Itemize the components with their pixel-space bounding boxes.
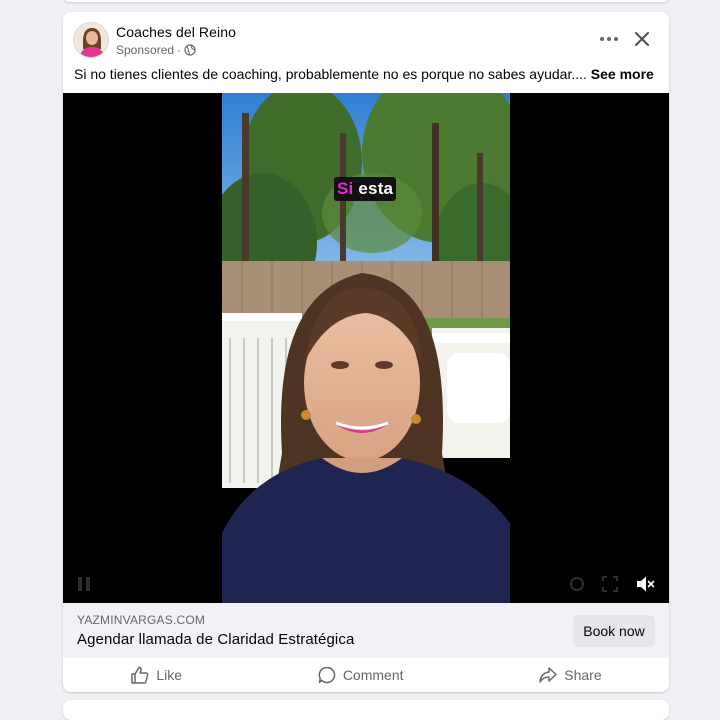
- mute-button[interactable]: [634, 573, 656, 595]
- more-options-button[interactable]: [595, 26, 623, 52]
- thumbs-up-icon: [131, 666, 149, 684]
- book-now-button[interactable]: Book now: [573, 615, 655, 647]
- volume-muted-icon: [637, 576, 655, 592]
- hide-post-button[interactable]: [629, 26, 655, 52]
- post-caption: Si no tienes clientes de coaching, proba…: [74, 66, 654, 82]
- post-actions: Like Comment Share: [63, 658, 669, 692]
- cta-domain[interactable]: YAZMINVARGAS.COM: [77, 613, 205, 627]
- video-subtitle: Si esta: [334, 177, 397, 201]
- globe-icon: [184, 44, 196, 56]
- pause-icon[interactable]: [75, 575, 93, 593]
- video-still: [222, 93, 510, 603]
- previous-post-card: [63, 0, 669, 2]
- page-avatar[interactable]: [73, 22, 109, 58]
- close-icon: [635, 32, 649, 46]
- subtitle-highlight: Si: [337, 179, 354, 198]
- share-label: Share: [564, 667, 602, 683]
- comment-button[interactable]: Comment: [307, 661, 414, 689]
- see-more-link[interactable]: See more: [591, 66, 654, 82]
- video-player[interactable]: Si esta: [63, 93, 669, 603]
- settings-icon[interactable]: [568, 575, 586, 593]
- call-to-action-bar[interactable]: YAZMINVARGAS.COM Agendar llamada de Clar…: [63, 603, 669, 658]
- video-frame[interactable]: Si esta: [222, 93, 510, 603]
- more-horizontal-icon: [600, 37, 618, 41]
- subtitle-text: esta: [353, 179, 394, 198]
- sponsored-label[interactable]: Sponsored: [116, 43, 174, 57]
- share-arrow-icon: [539, 667, 557, 683]
- sponsored-meta: Sponsored ·: [116, 43, 196, 57]
- like-button[interactable]: Like: [120, 661, 192, 689]
- post-header: Coaches del Reino Sponsored ·: [63, 12, 669, 66]
- page-name[interactable]: Coaches del Reino: [116, 24, 236, 40]
- comment-bubble-icon: [318, 666, 336, 684]
- comment-label: Comment: [342, 667, 404, 683]
- sponsored-post-card: Coaches del Reino Sponsored · Si no tien…: [63, 12, 669, 692]
- meta-separator: ·: [177, 43, 182, 57]
- cta-headline[interactable]: Agendar llamada de Claridad Estratégica: [77, 631, 354, 648]
- share-button[interactable]: Share: [528, 661, 611, 689]
- caption-text: Si no tienes clientes de coaching, proba…: [74, 66, 587, 82]
- like-label: Like: [156, 667, 183, 683]
- next-post-card: [63, 700, 669, 720]
- fullscreen-icon[interactable]: [601, 575, 619, 593]
